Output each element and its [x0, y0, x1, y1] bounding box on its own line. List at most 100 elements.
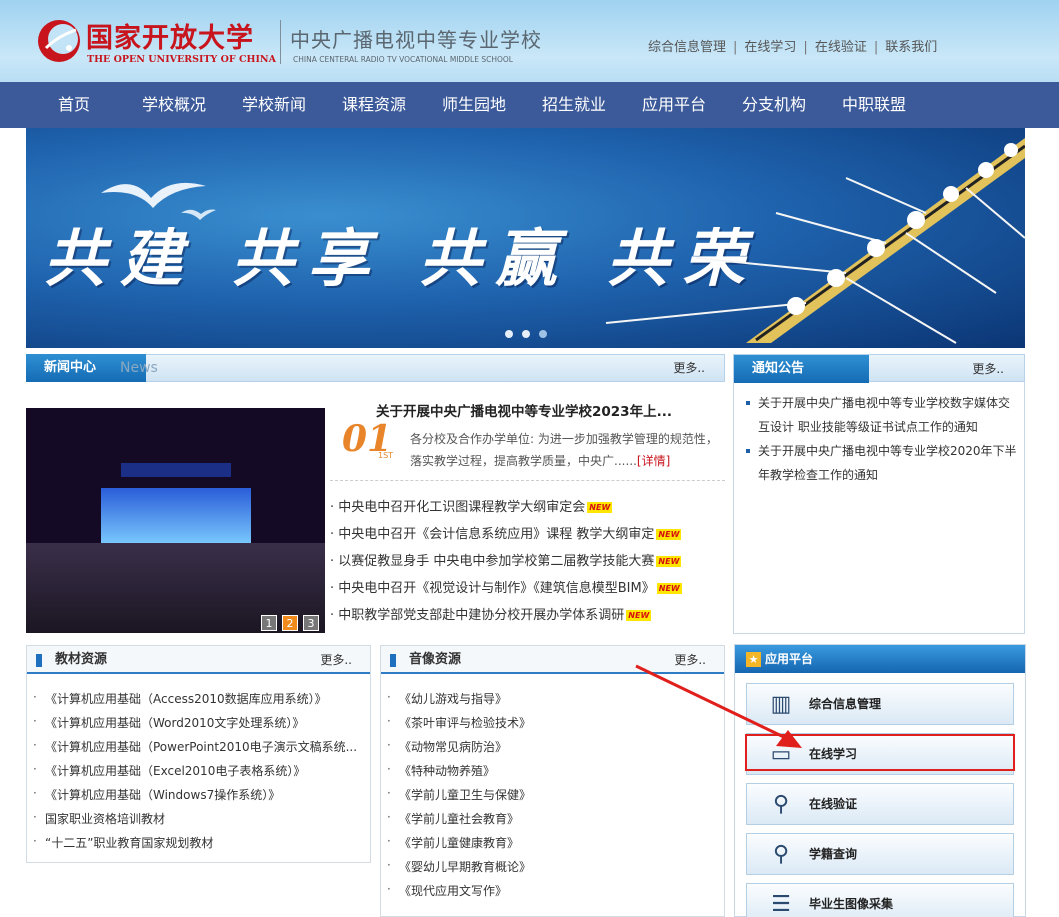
media-item[interactable]: 《现代应用文写作》: [387, 882, 507, 899]
news-feature-title[interactable]: 关于开展中央广播电视中等专业学校2023年上...: [376, 400, 672, 420]
textbook-item[interactable]: 国家职业资格培训教材: [33, 810, 165, 827]
textbook-item[interactable]: 《计算机应用基础（Excel2010电子表格系统）》: [33, 762, 305, 779]
nav-alliance[interactable]: 中职联盟: [842, 82, 906, 128]
magnifier-icon: ⚲: [772, 792, 790, 817]
app-button-label: 在线验证: [809, 797, 858, 811]
textbook-header: 教材资源 更多..: [27, 646, 370, 674]
nav-home[interactable]: 首页: [58, 82, 90, 128]
media-item[interactable]: 《婴幼儿早期教育概论》: [387, 858, 531, 875]
new-badge: NEW: [626, 610, 652, 621]
app-button-label: 学籍查询: [809, 847, 858, 861]
site-header: 国家开放大学 THE OPEN UNIVERSITY OF CHINA 中央广播…: [0, 0, 1059, 82]
nav-course-resources[interactable]: 课程资源: [342, 82, 406, 128]
nav-enrollment[interactable]: 招生就业: [542, 82, 606, 128]
media-item[interactable]: 《学前儿童卫生与保健》: [387, 786, 531, 803]
media-title: 音像资源: [409, 652, 462, 667]
news-item-text: 中职教学部党支部赴中建协分校开展办学体系调研: [338, 608, 625, 623]
app-button-label: 毕业生图像采集: [809, 897, 894, 911]
section-marker-icon: [36, 654, 42, 667]
textbook-panel: 教材资源 更多.. 《计算机应用基础（Access2010数据库应用系统）》 《…: [26, 645, 371, 863]
nav-school-news[interactable]: 学校新闻: [242, 82, 306, 128]
new-badge: NEW: [587, 502, 613, 513]
separator: |: [873, 40, 879, 55]
main-nav: 首页 学校概况 学校新闻 课程资源 师生园地 招生就业 应用平台 分支机构 中职…: [0, 82, 1059, 128]
pointer-arrow: [635, 664, 802, 748]
news-item-text: 中央电中召开《会计信息系统应用》课程 教学大纲审定: [338, 527, 655, 542]
app-button-graduate-photo[interactable]: ☰ 毕业生图像采集: [746, 883, 1014, 917]
textbook-item[interactable]: 《计算机应用基础（PowerPoint2010电子演示文稿系统...: [33, 738, 357, 755]
textbook-item[interactable]: 《计算机应用基础（Access2010数据库应用系统）》: [33, 690, 327, 707]
nav-branches[interactable]: 分支机构: [742, 82, 806, 128]
news-item[interactable]: · 中央电中召开《会计信息系统应用》课程 教学大纲审定 NEW: [330, 523, 682, 542]
news-item[interactable]: · 中央电中召开《视觉设计与制作》《建筑信息模型BIM》 NEW: [330, 577, 682, 596]
news-item[interactable]: · 以赛促教显身手 中央电中参加学校第二届教学技能大赛 NEW: [330, 550, 682, 569]
separator: |: [803, 40, 808, 55]
media-item[interactable]: 《学前儿童社会教育》: [387, 810, 519, 827]
banner-dot[interactable]: [505, 330, 513, 338]
textbook-more-link[interactable]: 更多..: [320, 646, 352, 674]
top-link-contact[interactable]: 联系我们: [885, 40, 937, 55]
new-badge: NEW: [656, 556, 682, 567]
logo-english: THE OPEN UNIVERSITY OF CHINA: [87, 54, 276, 65]
textbook-item[interactable]: 《计算机应用基础（Word2010文字处理系统）》: [33, 714, 304, 731]
news-item-text: 中央电中召开《视觉设计与制作》《建筑信息模型BIM》: [338, 581, 655, 596]
hero-banner[interactable]: 共建 共享 共赢 共荣: [26, 128, 1025, 348]
news-photo[interactable]: [26, 408, 325, 633]
top-link-online-verify[interactable]: 在线验证: [815, 40, 867, 55]
news-title-en: News: [120, 360, 158, 376]
banner-dot[interactable]: [522, 330, 530, 338]
new-badge: NEW: [656, 529, 682, 540]
logo-divider: [280, 20, 281, 64]
news-page-3[interactable]: 3: [303, 615, 319, 631]
audience: [26, 543, 325, 633]
news-detail-link[interactable]: [详情]: [637, 454, 670, 468]
news-title: 新闻中心: [44, 360, 97, 375]
notice-item[interactable]: 关于开展中央广播电视中等专业学校2020年下半年教学检查工作的通知: [746, 439, 1018, 487]
media-item[interactable]: 《幼儿游戏与指导》: [387, 690, 507, 707]
news-item-text: 中央电中召开化工识图课程教学大纲审定会: [338, 500, 586, 515]
media-item[interactable]: 《特种动物养殖》: [387, 762, 495, 779]
news-item[interactable]: · 中央电中召开化工识图课程教学大纲审定会 NEW: [330, 496, 613, 515]
notice-more-link[interactable]: 更多..: [972, 355, 1004, 383]
top-link-online-learning[interactable]: 在线学习: [744, 40, 796, 55]
new-badge: NEW: [656, 583, 682, 594]
separator: |: [733, 40, 738, 55]
notice-panel: 通知公告 更多.. 关于开展中央广播电视中等专业学校数字媒体交互设计 职业技能等…: [733, 354, 1025, 634]
top-link-info-management[interactable]: 综合信息管理: [648, 40, 726, 55]
media-item[interactable]: 《茶叶审评与检验技术》: [387, 714, 531, 731]
nav-teachers-students[interactable]: 师生园地: [442, 82, 506, 128]
stage-screen: [101, 488, 251, 548]
banner-dot[interactable]: [539, 330, 547, 338]
news-page-1[interactable]: 1: [261, 615, 277, 631]
section-marker-icon: [390, 654, 396, 667]
news-center-header: 新闻中心 News 更多..: [26, 354, 725, 382]
app-button-online-verify[interactable]: ⚲ 在线验证: [746, 783, 1014, 825]
nav-app-platform[interactable]: 应用平台: [642, 82, 706, 128]
textbook-item[interactable]: “十二五”职业教育国家规划教材: [33, 834, 213, 851]
notice-item[interactable]: 关于开展中央广播电视中等专业学校数字媒体交互设计 职业技能等级证书试点工作的通知: [746, 391, 1018, 439]
site-logo[interactable]: 国家开放大学 THE OPEN UNIVERSITY OF CHINA 中央广播…: [36, 16, 541, 68]
news-page-2[interactable]: 2: [282, 615, 298, 631]
news-item[interactable]: · 中职教学部党支部赴中建协分校开展办学体系调研 NEW: [330, 604, 652, 623]
app-button-label: 综合信息管理: [809, 697, 882, 711]
news-divider: [330, 480, 725, 481]
ouc-emblem-icon: [38, 20, 80, 62]
rowing-boat-image: [605, 138, 1025, 344]
textbook-item[interactable]: 《计算机应用基础（Windows7操作系统）》: [33, 786, 280, 803]
app-button-student-status-query[interactable]: ⚲ 学籍查询: [746, 833, 1014, 875]
top-links: 综合信息管理 | 在线学习 | 在线验证 | 联系我们: [648, 36, 937, 55]
news-more-link[interactable]: 更多..: [673, 354, 705, 382]
school-name-english: CHINA CENTERAL RADIO TV VOCATIONAL MIDDL…: [293, 55, 513, 64]
media-item[interactable]: 《动物常见病防治》: [387, 738, 507, 755]
news-feature-body: 各分校及合作办学单位: 为进一步加强教学管理的规范性，落实教学过程，提高教学质量…: [410, 432, 718, 468]
notice-title: 通知公告: [752, 361, 805, 376]
stage-banner: [121, 463, 231, 477]
logo-chinese: 国家开放大学: [86, 23, 254, 54]
media-item[interactable]: 《学前儿童健康教育》: [387, 834, 519, 851]
news-feature-date-sub: 1ST: [378, 451, 394, 460]
nav-school-overview[interactable]: 学校概况: [142, 82, 206, 128]
magnifier-icon: ⚲: [772, 842, 790, 867]
news-item-text: 以赛促教显身手 中央电中参加学校第二届教学技能大赛: [338, 554, 655, 569]
checklist-icon: ☰: [771, 892, 791, 917]
textbook-title: 教材资源: [55, 652, 108, 667]
